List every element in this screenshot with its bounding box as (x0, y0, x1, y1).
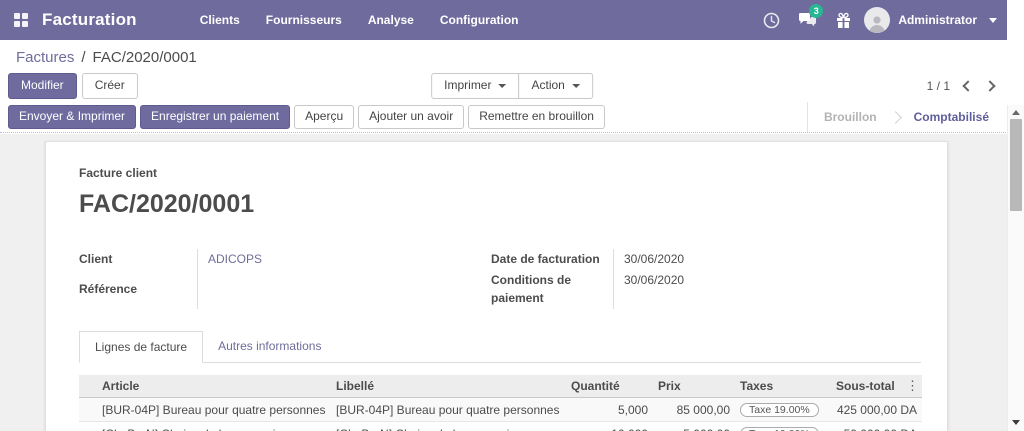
cell-price[interactable]: 5 000,00 (653, 422, 735, 431)
table-row[interactable]: [Ch_BurN] Chaise de bureau noire [Ch_Bur… (79, 422, 922, 431)
breadcrumb-factures-link[interactable]: Factures (16, 49, 74, 66)
state-widget: Brouillon Comptabilisé (807, 102, 1007, 132)
menu-fournisseurs[interactable]: Fournisseurs (255, 7, 353, 33)
cell-subtotal: 50 000,00 DA (831, 422, 922, 431)
state-posted[interactable]: Comptabilisé (914, 110, 989, 124)
scroll-down-icon[interactable] (1008, 415, 1024, 429)
scroll-up-icon[interactable] (1008, 105, 1024, 119)
cell-label[interactable]: [Ch_BurN] Chaise de bureau noire (331, 422, 566, 431)
form-view-background: Facture client FAC/2020/0001 Client ADIC… (0, 134, 1007, 431)
cell-qty[interactable]: 5,000 (566, 398, 653, 422)
breadcrumb: Factures / FAC/2020/0001 (0, 40, 1024, 70)
caret-down-icon (498, 84, 506, 88)
breadcrumb-current: FAC/2020/0001 (93, 49, 197, 66)
main-navbar: Facturation Clients Fournisseurs Analyse… (0, 0, 1007, 40)
client-label: Client (79, 249, 197, 279)
systray: 3 Administrator (756, 6, 997, 34)
invoice-date-value[interactable]: 30/06/2020 (613, 249, 823, 270)
cell-article[interactable]: [BUR-04P] Bureau pour quatre personnes (97, 398, 331, 422)
field-group-left: Client ADICOPS Référence (79, 249, 491, 309)
invoice-lines-table: Article Libellé Quantité Prix Taxes Sous… (79, 375, 922, 431)
scrollbar-thumb[interactable] (1010, 119, 1022, 211)
edit-button[interactable]: Modifier (8, 73, 77, 99)
messages-icon[interactable]: 3 (792, 6, 822, 34)
cell-article[interactable]: [Ch_BurN] Chaise de bureau noire (97, 422, 331, 431)
create-button[interactable]: Créer (82, 73, 138, 99)
register-payment-button[interactable]: Enregistrer un paiement (140, 105, 290, 129)
table-row[interactable]: [BUR-04P] Bureau pour quatre personnes [… (79, 398, 922, 422)
header-prix[interactable]: Prix (653, 375, 735, 398)
field-area: Client ADICOPS Référence Date de factura… (79, 249, 921, 309)
main-menu: Clients Fournisseurs Analyse Configurati… (189, 7, 530, 33)
state-draft[interactable]: Brouillon (824, 110, 877, 124)
messages-count-badge: 3 (809, 4, 823, 18)
invoice-date-label: Date de facturation (491, 249, 613, 270)
reference-value[interactable] (197, 279, 407, 309)
gift-icon[interactable] (828, 6, 858, 34)
document-type-label: Facture client (79, 166, 921, 180)
notebook-tabs: Lignes de facture Autres informations (79, 331, 921, 363)
optional-columns-icon[interactable]: ⋮ (906, 378, 919, 394)
cell-price[interactable]: 85 000,00 (653, 398, 735, 422)
tax-badge: Taxe 19.00% (740, 403, 819, 417)
payment-terms-value[interactable]: 30/06/2020 (613, 270, 823, 309)
row-handle[interactable] (79, 398, 97, 422)
cell-subtotal: 425 000,00 DA (831, 398, 922, 422)
reference-label: Référence (79, 279, 197, 309)
row-handle[interactable] (79, 422, 97, 431)
preview-button[interactable]: Aperçu (294, 105, 354, 129)
cell-label[interactable]: [BUR-04P] Bureau pour quatre personnes (331, 398, 566, 422)
client-value-link[interactable]: ADICOPS (197, 249, 407, 279)
action-label: Action (531, 78, 564, 94)
pager-next-icon[interactable] (984, 80, 995, 91)
tab-other-info[interactable]: Autres informations (203, 331, 336, 362)
menu-configuration[interactable]: Configuration (429, 7, 530, 33)
apps-menu-icon[interactable] (14, 13, 28, 27)
print-label: Imprimer (444, 78, 491, 94)
pager-value: 1 / 1 (927, 79, 950, 93)
user-menu[interactable]: Administrator (898, 13, 977, 27)
user-caret-down-icon (989, 18, 997, 23)
cell-taxes[interactable]: Taxe 19.00% (735, 398, 831, 422)
header-libelle[interactable]: Libellé (331, 375, 566, 398)
send-print-button[interactable]: Envoyer & Imprimer (8, 105, 136, 129)
user-avatar[interactable] (864, 7, 890, 33)
caret-down-icon (572, 84, 580, 88)
app-brand[interactable]: Facturation (42, 10, 137, 30)
activities-clock-icon[interactable] (756, 6, 786, 34)
menu-analyse[interactable]: Analyse (357, 7, 425, 33)
tax-badge: Taxe 19.00% (740, 427, 819, 431)
add-credit-note-button[interactable]: Ajouter un avoir (358, 105, 464, 129)
header-article[interactable]: Article (97, 375, 331, 398)
reset-to-draft-button[interactable]: Remettre en brouillon (468, 105, 605, 129)
breadcrumb-separator: / (81, 49, 85, 66)
invoice-form-page: Facturation Clients Fournisseurs Analyse… (0, 0, 1024, 431)
pager-previous-icon[interactable] (962, 80, 973, 91)
header-sous-total[interactable]: Sous-total ⋮ (831, 375, 922, 398)
control-panel: Modifier Créer Imprimer Action 1 / 1 (0, 70, 1024, 102)
pager: 1 / 1 (927, 79, 1008, 93)
print-dropdown-button[interactable]: Imprimer (431, 73, 519, 99)
cell-qty[interactable]: 10,000 (566, 422, 653, 431)
header-taxes[interactable]: Taxes (735, 375, 831, 398)
table-header-row: Article Libellé Quantité Prix Taxes Sous… (79, 375, 922, 398)
cell-taxes[interactable]: Taxe 19.00% (735, 422, 831, 431)
sous-total-label: Sous-total (836, 379, 895, 393)
tab-invoice-lines[interactable]: Lignes de facture (79, 331, 203, 363)
field-group-right: Date de facturation 30/06/2020 Condition… (491, 249, 823, 309)
action-dropdown-button[interactable]: Action (518, 73, 592, 99)
vertical-scrollbar[interactable] (1007, 105, 1024, 431)
header-quantite[interactable]: Quantité (566, 375, 653, 398)
invoice-sheet: Facture client FAC/2020/0001 Client ADIC… (45, 141, 948, 431)
state-arrow-icon (889, 111, 902, 124)
handle-column-header (79, 375, 97, 398)
payment-terms-label: Conditions de paiement (491, 270, 613, 309)
statusbar: Envoyer & Imprimer Enregistrer un paieme… (0, 102, 1024, 133)
menu-clients[interactable]: Clients (189, 7, 251, 33)
invoice-number: FAC/2020/0001 (79, 190, 921, 219)
